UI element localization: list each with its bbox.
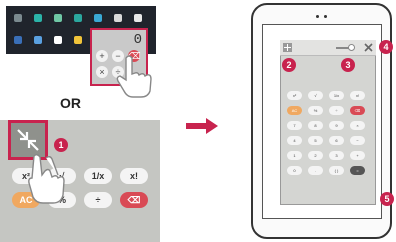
sqrt-key[interactable]: √ [308,91,323,100]
step-badge-5: 5 [380,192,394,206]
digit-key[interactable]: 0 [287,166,302,175]
step-badge-3: 3 [341,58,355,72]
digit-key[interactable]: 3 [329,151,344,160]
decimal-key[interactable]: . [308,166,323,175]
digit-key[interactable]: 9 [329,121,344,130]
qslide-app-icon[interactable] [94,14,102,22]
slider-handle[interactable] [348,44,355,51]
digit-key[interactable]: 1 [287,151,302,160]
window-title-bar[interactable] [280,40,376,56]
divide-key[interactable]: ÷ [329,106,344,115]
close-icon[interactable] [364,43,373,52]
qslide-app-icon[interactable] [134,14,142,22]
reciprocal-key[interactable]: 1/x [84,168,112,184]
reciprocal-key[interactable]: 1/x [329,91,344,100]
multiply-key[interactable]: × [350,121,365,130]
step-badge-4: 4 [379,40,393,54]
percent-key[interactable]: % [308,106,323,115]
divide-key[interactable]: ÷ [84,192,112,208]
calculator-display: 0 [133,32,142,48]
qslide-app-icon[interactable] [74,14,82,22]
equals-key[interactable]: = [350,166,365,175]
factorial-key[interactable]: x! [120,168,148,184]
digit-key[interactable]: 8 [308,121,323,130]
qslide-app-icon[interactable] [34,14,42,22]
delete-key[interactable]: ⌫ [120,192,148,208]
digit-key[interactable]: 5 [308,136,323,145]
step-badge-2: 2 [282,58,296,72]
digit-key[interactable]: 2 [308,151,323,160]
qslide-app-icon[interactable] [74,36,82,44]
delete-key[interactable]: ⌫ [350,106,365,115]
factorial-key[interactable]: x! [350,91,365,100]
qslide-app-icon[interactable] [14,36,22,44]
square-key[interactable]: x² [287,91,302,100]
or-separator: OR [60,95,81,111]
pinching-hand-icon [28,154,65,204]
multiply-key[interactable]: × [96,66,108,78]
digit-key[interactable]: 7 [287,121,302,130]
qslide-app-icon[interactable] [54,36,62,44]
move-handle-icon[interactable] [283,43,292,52]
sensor-dot [324,15,327,18]
arrow-right-icon [186,118,218,134]
pointing-hand-icon [116,55,152,98]
qslide-app-icon[interactable] [14,14,22,22]
qslide-app-icon[interactable] [54,14,62,22]
digit-key[interactable]: 4 [287,136,302,145]
clear-key[interactable]: AC [287,106,302,115]
camera-dot [316,15,319,18]
digit-key[interactable]: 6 [329,136,344,145]
qslide-app-icon[interactable] [114,14,122,22]
qslide-app-icon[interactable] [34,36,42,44]
parenthesis-key[interactable]: ( ) [329,166,344,175]
plus-key[interactable]: + [350,151,365,160]
minus-key[interactable]: − [350,136,365,145]
plus-key[interactable]: + [96,50,108,62]
